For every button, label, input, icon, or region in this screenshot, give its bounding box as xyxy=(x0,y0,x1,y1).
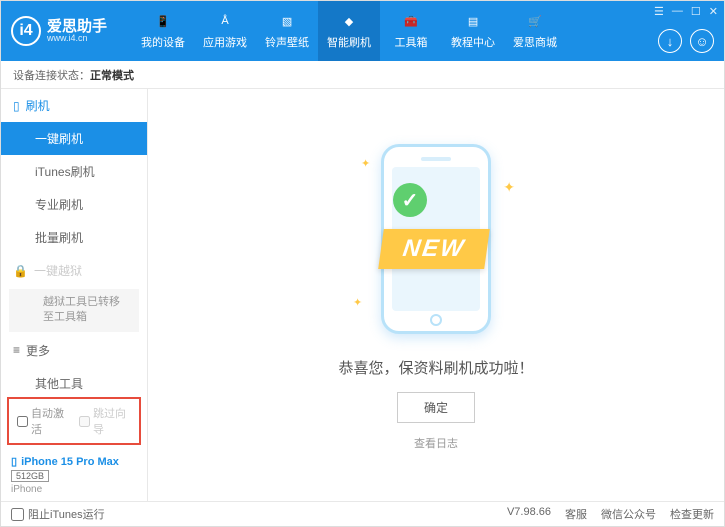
auto-activate-checkbox[interactable]: 自动激活 xyxy=(17,405,69,437)
sidebar-options-box: 自动激活 跳过向导 xyxy=(7,397,141,445)
footer-link-wechat[interactable]: 微信公众号 xyxy=(601,506,656,522)
sidebar-item-oneclick[interactable]: 一键刷机 xyxy=(1,122,147,155)
nav-flash[interactable]: ◆智能刷机 xyxy=(318,1,380,61)
main-content: ✓ NEW ✦ ✦ ✦ 恭喜您，保资料刷机成功啦！ 确定 查看日志 xyxy=(148,89,724,501)
nav-apps[interactable]: Å应用游戏 xyxy=(194,1,256,61)
window-controls: ☰ — ☐ ✕ xyxy=(654,5,718,18)
cart-icon: 🛒 xyxy=(526,12,544,30)
window-min-icon[interactable]: — xyxy=(672,5,683,18)
more-icon: ≡ xyxy=(13,343,20,357)
device-storage: 512GB xyxy=(11,470,49,482)
nav-toolbox[interactable]: 🧰工具箱 xyxy=(380,1,442,61)
app-header: i4 爱思助手 www.i4.cn 📱我的设备 Å应用游戏 ▧铃声壁纸 ◆智能刷… xyxy=(1,1,724,61)
new-ribbon: NEW xyxy=(378,229,490,269)
status-label: 设备连接状态： xyxy=(13,67,90,83)
star-icon: ✦ xyxy=(361,157,370,170)
sidebar-item-batch[interactable]: 批量刷机 xyxy=(1,221,147,254)
sidebar: ▯刷机 一键刷机 iTunes刷机 专业刷机 批量刷机 🔒一键越狱 越狱工具已转… xyxy=(1,89,148,501)
window-close-icon[interactable]: ✕ xyxy=(709,5,718,18)
window-max-icon[interactable]: ☐ xyxy=(691,5,701,18)
ok-button[interactable]: 确定 xyxy=(397,392,475,423)
nav-tutorials[interactable]: ▤教程中心 xyxy=(442,1,504,61)
flash-icon: ◆ xyxy=(340,12,358,30)
footer-link-support[interactable]: 客服 xyxy=(565,506,587,522)
apps-icon: Å xyxy=(216,12,234,30)
status-bar: 设备连接状态： 正常模式 xyxy=(1,61,724,89)
nav-store[interactable]: 🛒爱思商城 xyxy=(504,1,566,61)
toolbox-icon: 🧰 xyxy=(402,12,420,30)
wallpaper-icon: ▧ xyxy=(278,12,296,30)
logo-icon: i4 xyxy=(11,16,41,46)
view-log-link[interactable]: 查看日志 xyxy=(414,435,458,451)
version-label: V7.98.66 xyxy=(507,506,551,522)
sidebar-section-more[interactable]: ≡更多 xyxy=(1,334,147,367)
sidebar-item-other[interactable]: 其他工具 xyxy=(1,367,147,393)
device-type: iPhone xyxy=(11,484,137,495)
download-button[interactable]: ↓ xyxy=(658,29,682,53)
skip-guide-checkbox[interactable]: 跳过向导 xyxy=(79,405,131,437)
sidebar-section-flash[interactable]: ▯刷机 xyxy=(1,89,147,122)
window-menu-icon[interactable]: ☰ xyxy=(654,5,664,18)
app-subtitle: www.i4.cn xyxy=(47,34,107,43)
sidebar-section-jailbreak: 🔒一键越狱 xyxy=(1,254,147,287)
phone-icon: ▯ xyxy=(13,99,20,113)
star-icon: ✦ xyxy=(353,296,362,309)
device-info[interactable]: ▯iPhone 15 Pro Max 512GB iPhone xyxy=(1,449,147,501)
status-value: 正常模式 xyxy=(90,67,134,83)
user-button[interactable]: ☺ xyxy=(690,29,714,53)
lock-icon: 🔒 xyxy=(13,264,28,278)
star-icon: ✦ xyxy=(503,179,515,196)
success-illustration: ✓ NEW ✦ ✦ ✦ xyxy=(351,139,521,339)
sidebar-item-pro[interactable]: 专业刷机 xyxy=(1,188,147,221)
footer: 阻止iTunes运行 V7.98.66 客服 微信公众号 检查更新 xyxy=(1,501,724,526)
nav-ringtones[interactable]: ▧铃声壁纸 xyxy=(256,1,318,61)
app-title: 爱思助手 xyxy=(47,19,107,34)
jailbreak-note: 越狱工具已转移至工具箱 xyxy=(9,289,139,332)
top-nav: 📱我的设备 Å应用游戏 ▧铃声壁纸 ◆智能刷机 🧰工具箱 ▤教程中心 🛒爱思商城 xyxy=(132,1,566,61)
app-logo: i4 爱思助手 www.i4.cn xyxy=(11,16,107,46)
check-icon: ✓ xyxy=(393,183,427,217)
book-icon: ▤ xyxy=(464,12,482,30)
device-icon: ▯ xyxy=(11,455,17,468)
nav-my-device[interactable]: 📱我的设备 xyxy=(132,1,194,61)
success-message: 恭喜您，保资料刷机成功啦！ xyxy=(338,357,533,378)
footer-link-update[interactable]: 检查更新 xyxy=(670,506,714,522)
device-icon: 📱 xyxy=(154,12,172,30)
sidebar-item-itunes[interactable]: iTunes刷机 xyxy=(1,155,147,188)
block-itunes-checkbox[interactable]: 阻止iTunes运行 xyxy=(11,506,105,522)
